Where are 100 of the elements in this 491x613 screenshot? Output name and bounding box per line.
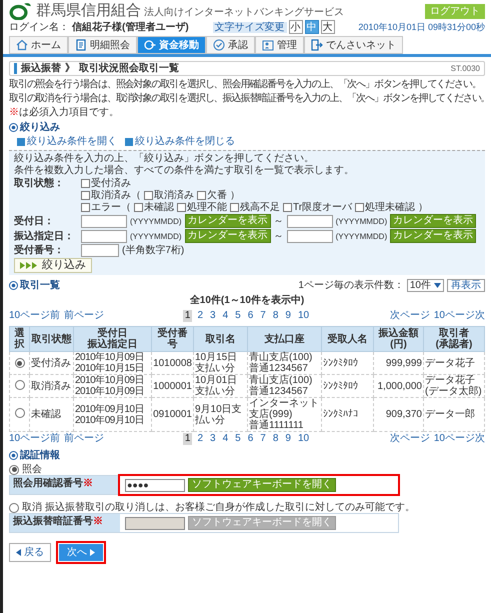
page-number[interactable]: 4 [220,310,230,322]
field-label: 受付日： [14,216,55,226]
page-number[interactable]: 3 [208,310,218,322]
nav-tab[interactable]: 管理 [255,36,304,54]
redisplay-button[interactable]: 再表示 [447,279,485,292]
open-filter-link[interactable]: 絞り込み条件を開く [17,136,117,147]
page-number[interactable]: 5 [233,310,243,322]
next-page-link[interactable]: 次ページ [390,310,430,322]
filter-button[interactable]: 絞り込み [14,258,92,273]
nav-tab[interactable]: 承認 [206,36,255,54]
next-ten-pages-link[interactable]: 10ページ次 [434,310,485,322]
checkbox-label: 取消済み [154,190,194,201]
page-number[interactable]: 8 [270,310,280,322]
checkbox-label: 処理不能 [187,202,227,213]
prev-ten-pages-link[interactable]: 10ページ前 [9,433,60,445]
nav-tab[interactable]: でんさいネット [304,36,403,54]
column-header: 選択 [10,326,30,352]
next-button[interactable]: 次へ [59,544,103,561]
page-number[interactable]: 8 [270,433,280,445]
radio-button[interactable] [9,464,19,474]
bracket-text: ） [418,202,428,213]
column-header: 取引者 (承認者) [424,326,484,352]
table-cell: ｼﾝｸﾐﾀﾛｳ [322,352,374,374]
next-page-link[interactable]: 次ページ [390,433,430,445]
column-header: 受付日 振込指定日 [74,326,152,352]
date-input[interactable] [81,214,127,228]
nav-tab[interactable]: 明細照会 [68,36,137,54]
table-cell: 1000001 [152,374,194,398]
field-label: 振込振替暗証番号※ [10,514,120,532]
date-input[interactable] [286,230,333,242]
table-cell: 青山支店(100) 普通1234567 [248,352,322,374]
font-size-button[interactable]: 小 [288,20,303,34]
page-number[interactable]: 2 [195,310,206,322]
nav-tab[interactable]: ホーム [9,36,68,54]
field-label: 照会用確認番号※ [10,476,120,494]
column-header: 支払口座 [248,326,322,352]
receipt-number-input[interactable] [81,244,119,257]
page-number[interactable]: 2 [195,433,206,445]
page-number[interactable]: 4 [220,433,230,445]
back-button[interactable]: 戻る [9,543,51,562]
per-page-select[interactable]: 10件 [406,279,444,292]
page-number[interactable]: 7 [258,310,268,322]
page-number[interactable]: 9 [283,310,293,322]
checkbox-label: 残高不足 [240,202,280,213]
dropdown-icon [434,283,441,288]
previous-page-link[interactable]: 前ページ [64,310,104,322]
checkbox[interactable] [197,191,206,200]
date-input[interactable] [286,214,333,228]
table-cell: 受付済み [30,352,74,374]
page-number[interactable]: 1 [182,433,192,445]
font-size-button[interactable]: 大 [320,20,335,34]
current-datetime: 2010年10月01日 09時31分00秒 [358,22,485,32]
checkbox[interactable] [230,203,239,212]
range-separator: ～ [274,230,284,242]
screen-id: ST.0030 [450,63,480,74]
format-hint: (半角数字7桁) [122,245,184,256]
filter-hint: 絞り込み条件を入力の上、「絞り込み」ボタンを押してください。 [14,153,315,164]
close-filter-link[interactable]: 絞り込み条件を閉じる [125,136,235,147]
password-field[interactable]: ●●●● [125,478,185,492]
radio-button[interactable] [14,380,24,390]
table-cell: 1,000,000 [374,374,424,398]
checkbox[interactable] [283,203,292,212]
date-input[interactable] [81,230,127,242]
radio-button[interactable] [14,358,24,368]
checkbox[interactable] [144,191,153,200]
checkbox[interactable] [355,203,364,212]
page-number[interactable]: 6 [246,310,256,322]
checkbox-label: 取消済み（ [91,190,141,201]
checkbox[interactable] [81,203,90,212]
page-number[interactable]: 5 [233,433,243,445]
table-cell: 2010年09月10日 2010年09月10日 [74,398,152,432]
previous-page-link[interactable]: 前ページ [64,433,104,445]
breadcrumb: 振込振替 [21,63,61,74]
radio-button[interactable] [9,502,19,512]
page-number[interactable]: 10 [296,310,312,322]
page-number[interactable]: 1 [182,310,192,322]
page-number[interactable]: 3 [208,433,218,445]
prev-ten-pages-link[interactable]: 10ページ前 [9,310,60,322]
checkbox-label: 未確認 [144,202,174,213]
table-cell: データ一郎 [424,398,484,432]
instruction-text: 取引の照会を行う場合は、照会対象の取引を選択し、照会用確認番号を入力の上、「次へ」ボタンを押してください。 [9,79,482,90]
result-count: 全10件(1～10件を表示中) [188,295,306,306]
radio-button[interactable] [14,408,24,418]
format-hint: (YYYYMMDD) [336,230,388,242]
page-number[interactable]: 9 [283,433,293,445]
checkbox[interactable] [134,203,143,212]
service-name: 法人向けインターネットバンキングサービス [144,7,344,18]
next-ten-pages-link[interactable]: 10ページ次 [434,433,485,445]
page-number[interactable]: 7 [258,433,268,445]
field-label: 受付番号： [14,245,65,256]
page-number[interactable]: 10 [296,433,312,445]
checkbox[interactable] [177,203,186,212]
checkbox[interactable] [81,179,90,188]
checkbox[interactable] [81,191,90,200]
per-page-label: 1ページ毎の表示件数： [298,280,404,291]
bullet-icon [9,281,18,290]
table-cell: データ花子 (データ太郎) [424,374,484,398]
nav-tab[interactable]: 資金移動 [137,36,206,54]
page-number[interactable]: 6 [246,433,256,445]
table-cell: 10月15日支払い分 [194,352,248,374]
